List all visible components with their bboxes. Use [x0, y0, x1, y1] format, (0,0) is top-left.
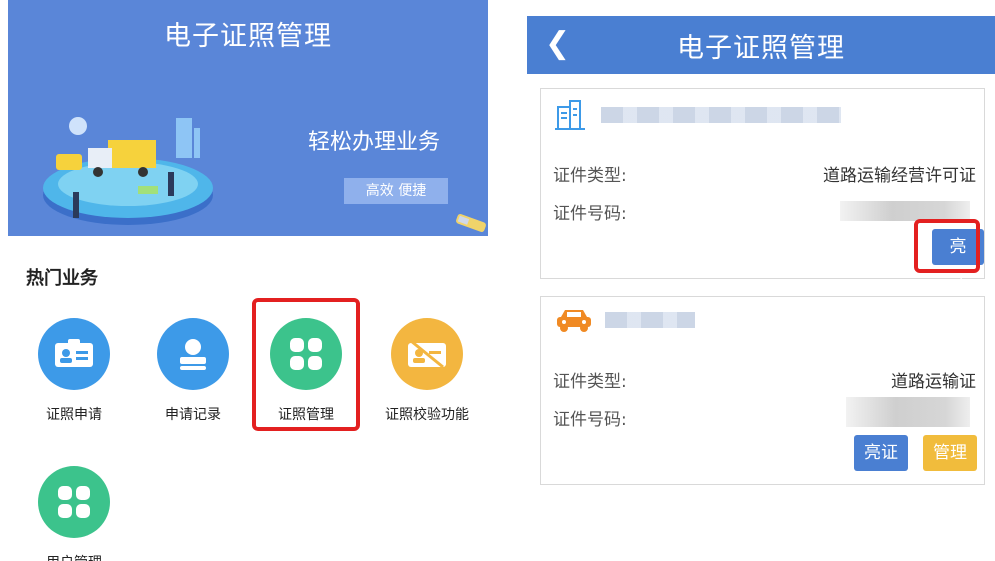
license-card[interactable]: 证件类型: 道路运输证 证件号码: 亮证 管理 [540, 296, 985, 485]
banner: 电子证照管理 轻松办理业务 高效 便捷 [8, 0, 488, 236]
tile-label: 申请记录 [165, 407, 221, 423]
number-label: 证件号码: [553, 410, 627, 430]
banner-tag: 高效 便捷 [344, 178, 448, 204]
tile-label: 用户管理 [19, 552, 129, 561]
type-value: 道路运输证 [891, 372, 976, 392]
building-icon [555, 100, 585, 130]
banner-slogan: 轻松办理业务 [308, 130, 441, 155]
verify-card-icon [408, 339, 446, 369]
tile-icon-bg [38, 318, 110, 390]
banner-illustration [43, 117, 213, 225]
license-management-screen: ❮ 电子证照管理 证件类型: 道路运输经营许可证 证件号码: 亮证 证件类型: … [527, 0, 995, 561]
car-icon [557, 310, 591, 332]
redacted-number [840, 201, 970, 221]
tile-icon-bg [38, 466, 110, 538]
tile-icon-bg [391, 318, 463, 390]
tile-label: 证照申请 [46, 407, 102, 423]
page-title: 电子证照管理 [677, 33, 845, 64]
redacted-number [846, 397, 970, 427]
user-record-icon [180, 339, 206, 370]
highlight-box [252, 298, 360, 431]
home-screen: 电子证照管理 轻松办理业务 高效 便捷 热门业务 证照申请 申请记录 证照管理 … [8, 0, 488, 561]
tile-label: 证照校验功能 [385, 407, 469, 423]
manage-button[interactable]: 管理 [923, 435, 977, 471]
tile-application-records[interactable]: 申请记录 [138, 318, 248, 428]
show-license-button[interactable]: 亮证 [854, 435, 908, 471]
type-label: 证件类型: [553, 372, 627, 392]
pen-icon [456, 214, 486, 232]
redacted-company-name [601, 107, 841, 123]
type-label: 证件类型: [553, 166, 627, 186]
tile-user-management[interactable]: 用户管理 [19, 466, 129, 561]
tile-icon-bg [157, 318, 229, 390]
grid-icon [58, 486, 90, 518]
redacted-vehicle-name [605, 312, 695, 328]
nav-bar: ❮ 电子证照管理 [527, 16, 995, 74]
number-label: 证件号码: [553, 204, 627, 224]
highlight-box [914, 219, 980, 273]
card-header [555, 307, 695, 333]
tile-license-verification[interactable]: 证照校验功能 [372, 318, 482, 428]
type-value: 道路运输经营许可证 [823, 166, 976, 186]
section-title: 热门业务 [26, 268, 98, 289]
page-title: 电子证照管理 [164, 21, 332, 52]
id-card-icon [55, 339, 93, 367]
card-header [555, 99, 841, 131]
tile-license-application[interactable]: 证照申请 [19, 318, 129, 428]
